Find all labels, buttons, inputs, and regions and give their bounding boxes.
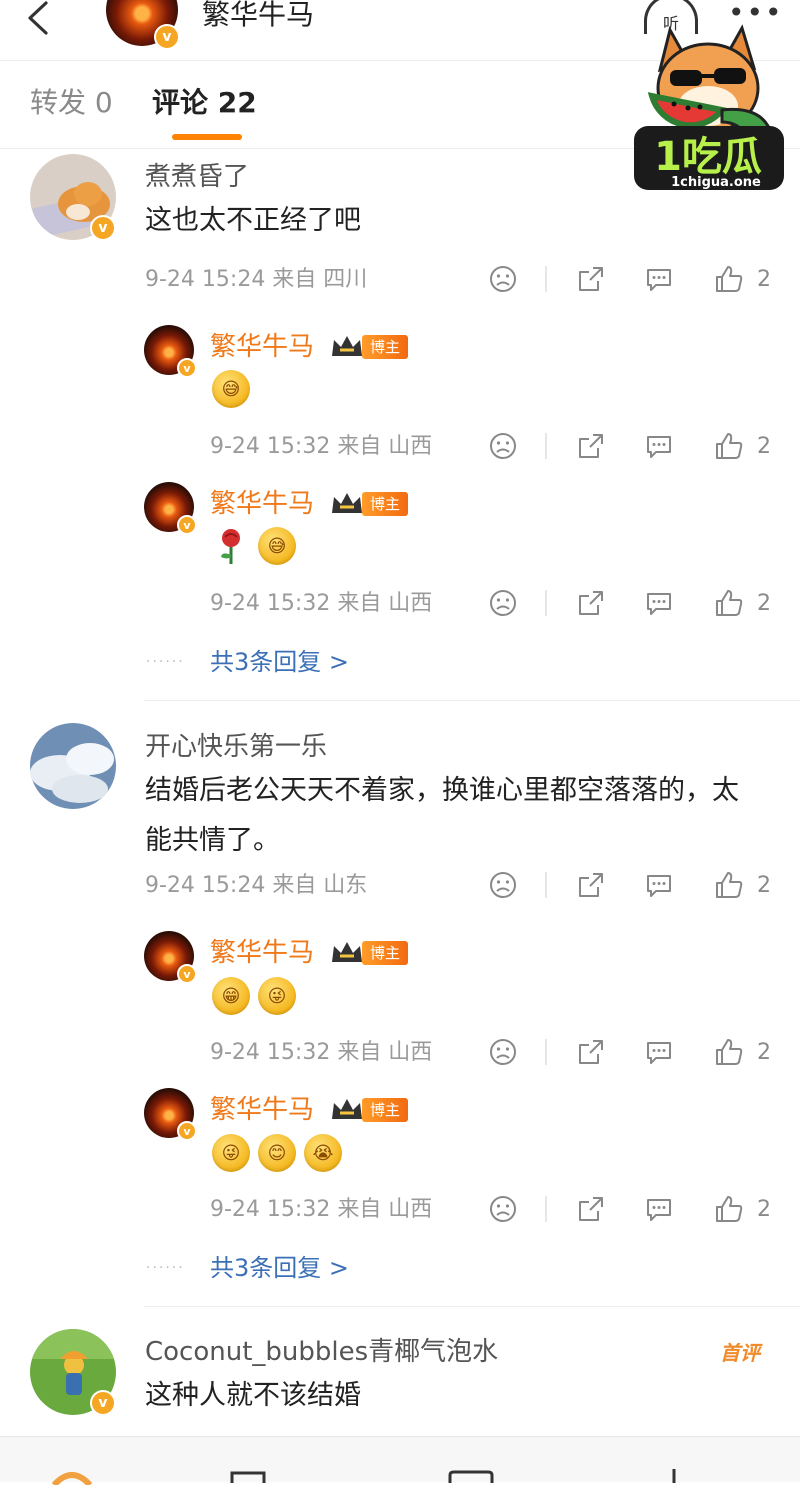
emoji-grin-icon: 😁: [212, 977, 250, 1015]
share-icon[interactable]: [576, 264, 606, 294]
like-count: 2: [757, 1197, 771, 1222]
comment-icon[interactable]: [644, 1194, 674, 1224]
comment-username[interactable]: 开心快乐第一乐: [145, 732, 327, 762]
crown-icon: [332, 1099, 362, 1119]
emoji-dizzy-icon: 😅: [212, 370, 250, 408]
dislike-face-icon[interactable]: [488, 588, 518, 618]
divider: [545, 590, 547, 616]
divider: [545, 1196, 547, 1222]
verified-badge-icon: v: [177, 515, 197, 535]
emoji-shy-icon: 😊: [258, 1134, 296, 1172]
active-tab-indicator: [172, 134, 242, 140]
like-count: 2: [757, 434, 771, 459]
page-title: 繁华牛马: [202, 0, 315, 31]
verified-badge-icon: v: [177, 1121, 197, 1141]
logo-url-text: 1chigua.one: [671, 175, 761, 190]
bozhu-badge: 博主: [362, 335, 409, 359]
divider: [144, 1306, 800, 1307]
tab-repost[interactable]: 转发 0: [30, 86, 113, 120]
share-icon[interactable]: [576, 588, 606, 618]
divider: [545, 1039, 547, 1065]
like-count: 2: [757, 267, 771, 292]
comment-username[interactable]: Coconut_bubbles青椰气泡水: [145, 1337, 498, 1367]
dislike-face-icon[interactable]: [488, 1194, 518, 1224]
first-comment-badge: 首评: [720, 1341, 760, 1365]
bottom-action-bar: [0, 1436, 800, 1485]
watermark-logo: 1吃瓜 1chigua.one: [630, 10, 790, 196]
emoji-dizzy-icon: 😅: [258, 527, 296, 565]
comment-text: 这种人就不该结婚: [145, 1380, 361, 1411]
reply-username[interactable]: 繁华牛马: [210, 332, 314, 362]
like-count: 2: [757, 1040, 771, 1065]
avatar[interactable]: [30, 723, 116, 809]
comment-icon[interactable]: [644, 1037, 674, 1067]
verified-badge-icon: v: [177, 964, 197, 984]
more-replies-link[interactable]: 共3条回复 >: [210, 648, 349, 676]
divider: [144, 700, 800, 701]
share-icon[interactable]: [576, 431, 606, 461]
verified-badge-icon: v: [90, 215, 116, 241]
crown-icon: [332, 493, 362, 513]
reply-username[interactable]: 繁华牛马: [210, 1095, 314, 1125]
reply-meta: 9-24 15:32 来自 山西: [210, 434, 433, 459]
like-count: 2: [757, 591, 771, 616]
like-icon[interactable]: [714, 1194, 744, 1224]
like-icon[interactable]: [714, 264, 744, 294]
verified-badge-icon: v: [177, 358, 197, 378]
emoji-crying-icon: 😭: [304, 1134, 342, 1172]
reply-meta: 9-24 15:32 来自 山西: [210, 591, 433, 616]
like-icon[interactable]: [714, 870, 744, 900]
reply-meta: 9-24 15:32 来自 山西: [210, 1197, 433, 1222]
like-icon[interactable]: [714, 1037, 744, 1067]
rose-icon: [221, 529, 240, 564]
reply-username[interactable]: 繁华牛马: [210, 489, 314, 519]
comment-icon[interactable]: [644, 588, 674, 618]
share-icon[interactable]: [576, 1037, 606, 1067]
like-icon[interactable]: [714, 588, 744, 618]
comment-meta: 9-24 15:24 来自 四川: [145, 267, 368, 292]
comment-icon[interactable]: [644, 870, 674, 900]
bozhu-badge: 博主: [362, 1098, 409, 1122]
ellipsis-icon: ······: [146, 1260, 185, 1276]
comment-text: 结婚后老公天天不着家，换谁心里都空落落的，太能共情了。: [145, 775, 739, 856]
comment-meta: 9-24 15:24 来自 山东: [145, 873, 368, 898]
bozhu-badge: 博主: [362, 492, 409, 516]
dislike-face-icon[interactable]: [488, 1037, 518, 1067]
share-icon[interactable]: [576, 870, 606, 900]
crown-icon: [332, 336, 362, 356]
emoji-button-icon[interactable]: [50, 1465, 94, 1485]
crown-icon: [332, 942, 362, 962]
verified-badge-icon: v: [154, 24, 180, 50]
like-count: 2: [757, 873, 771, 898]
like-icon[interactable]: [714, 431, 744, 461]
divider: [545, 266, 547, 292]
ellipsis-icon: ······: [146, 654, 185, 670]
reply-username[interactable]: 繁华牛马: [210, 938, 314, 968]
logo-main-text: 1吃瓜: [654, 134, 762, 180]
divider: [545, 872, 547, 898]
emoji-tongue-icon: 😜: [258, 977, 296, 1015]
more-replies-link[interactable]: 共3条回复 >: [210, 1254, 349, 1282]
divider: [545, 433, 547, 459]
comment-username[interactable]: 煮煮昏了: [145, 162, 249, 192]
chevron-left-icon: [28, 1, 48, 35]
reply-meta: 9-24 15:32 来自 山西: [210, 1040, 433, 1065]
share-icon[interactable]: [576, 1194, 606, 1224]
verified-badge-icon: v: [90, 1390, 116, 1416]
tab-comment[interactable]: 评论 22: [152, 86, 257, 120]
back-button[interactable]: [20, 0, 54, 36]
emoji-tongue-icon: 😜: [212, 1134, 250, 1172]
comment-text: 这也太不正经了吧: [145, 205, 361, 236]
comment-icon[interactable]: [644, 431, 674, 461]
bozhu-badge: 博主: [362, 941, 409, 965]
dislike-face-icon[interactable]: [488, 870, 518, 900]
dislike-face-icon[interactable]: [488, 431, 518, 461]
comment-icon[interactable]: [644, 264, 674, 294]
dislike-face-icon[interactable]: [488, 264, 518, 294]
